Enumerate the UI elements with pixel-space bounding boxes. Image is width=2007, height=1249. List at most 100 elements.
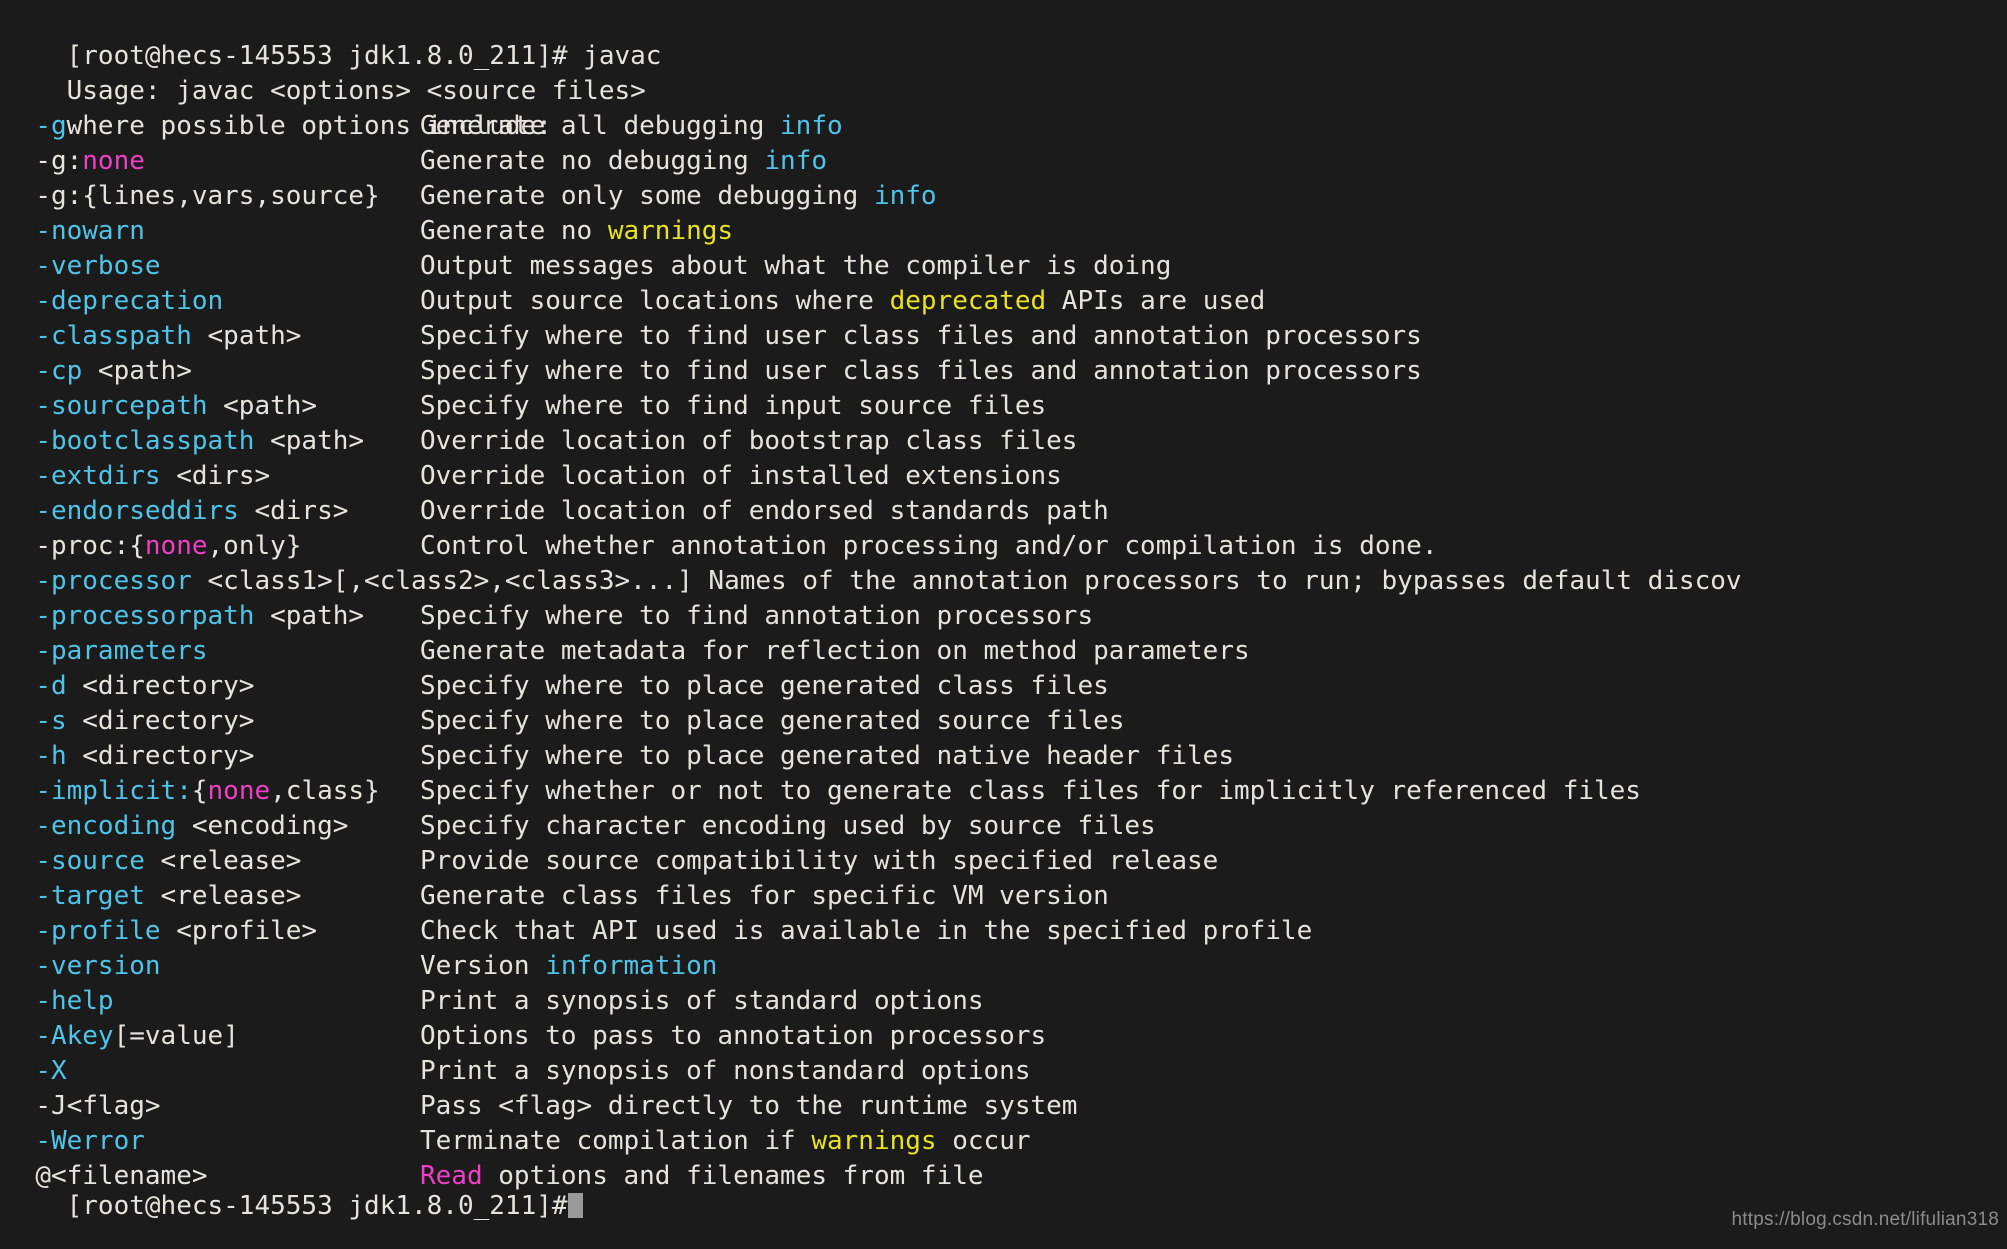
option-name-segment: -deprecation xyxy=(35,286,224,316)
option-name-segment: -proc:{ xyxy=(35,531,145,561)
option-name-segment: -Akey xyxy=(35,1021,114,1051)
option-name: -Akey[=value] xyxy=(4,1019,420,1054)
option-description-segment: Specify character encoding used by sourc… xyxy=(420,811,1156,841)
option-row: -source <release> Provide source compatib… xyxy=(4,844,2007,879)
option-description: Terminate compilation if warnings occur xyxy=(420,1126,1031,1156)
option-row: -target <release> Generate class files fo… xyxy=(4,879,2007,914)
option-description: Generate class files for specific VM ver… xyxy=(420,881,1109,911)
option-description-segment: Specify where to find input source files xyxy=(420,391,1047,421)
option-description: Specify where to find user class files a… xyxy=(420,356,1422,386)
option-name: -bootclasspath <path> xyxy=(4,424,420,459)
option-description-segment: Provide source compatibility with specif… xyxy=(420,846,1219,876)
option-description: Generate no warnings xyxy=(420,216,733,246)
prompt-line-bottom: [root@hecs-145553 jdk1.8.0_211]# xyxy=(4,1154,583,1249)
option-name: -implicit:{none,class} xyxy=(4,774,420,809)
option-row: -cp <path> Specify where to find user cla… xyxy=(4,354,2007,389)
option-name-segment: -implicit: xyxy=(35,776,192,806)
watermark-text: https://blog.csdn.net/lifulian318 xyxy=(1731,1209,1999,1230)
option-name-segment: -X xyxy=(35,1056,67,1086)
option-description: Override location of endorsed standards … xyxy=(420,496,1109,526)
option-description-segment: Generate class files for specific VM ver… xyxy=(420,881,1109,911)
option-description: Specify where to find input source files xyxy=(420,391,1046,421)
option-name-segment: -cp xyxy=(35,356,83,386)
option-name-segment: -target xyxy=(35,881,145,911)
option-name-segment: ,only} xyxy=(207,531,302,561)
option-description: Output messages about what the compiler … xyxy=(420,251,1171,281)
option-row: -d <directory> Specify where to place gen… xyxy=(4,669,2007,704)
option-description: Generate all debugging info xyxy=(420,111,843,141)
option-name: -profile <profile> xyxy=(4,914,420,949)
option-name-segment: -extdirs xyxy=(35,461,161,491)
option-row: -proc:{none,only} Control whether annotat… xyxy=(4,529,2007,564)
option-row: -processor <class1>[,<class2>,<class3>..… xyxy=(4,564,2007,599)
option-name-segment: -version xyxy=(35,951,161,981)
option-name-segment: <directory> xyxy=(66,741,255,771)
prompt-text-top: [root@hecs-145553 jdk1.8.0_211]# javac xyxy=(66,41,662,71)
option-name-segment: -help xyxy=(35,986,114,1016)
option-description-segment: occur xyxy=(936,1126,1031,1156)
option-name-segment: -sourcepath xyxy=(35,391,208,421)
option-name: -encoding <encoding> xyxy=(4,809,420,844)
option-description-segment: Output source locations where xyxy=(420,286,890,316)
option-row: -classpath <path> Specify where to find u… xyxy=(4,319,2007,354)
option-row: -endorseddirs <dirs> Override location of… xyxy=(4,494,2007,529)
option-name-segment: -endorseddirs xyxy=(35,496,239,526)
option-name-segment: -g: xyxy=(35,146,83,176)
usage-text: Usage: javac <options> <source files> xyxy=(66,76,646,106)
option-row: -X Print a synopsis of nonstandard option… xyxy=(4,1054,2007,1089)
option-name-segment: <class1>[,<class2>,<class3>...] xyxy=(191,566,709,596)
option-description-segment: Terminate compilation if xyxy=(420,1126,812,1156)
option-description: Provide source compatibility with specif… xyxy=(420,846,1218,876)
option-description-segment: Output messages about what the compiler … xyxy=(420,251,1172,281)
prompt-text-bottom: [root@hecs-145553 jdk1.8.0_211]# xyxy=(66,1191,568,1221)
option-name-segment: <path> xyxy=(82,356,192,386)
option-row: -h <directory> Specify where to place gen… xyxy=(4,739,2007,774)
option-name: -X xyxy=(4,1054,420,1089)
option-name-segment: -d xyxy=(35,671,67,701)
terminal-window[interactable]: [root@hecs-145553 jdk1.8.0_211]# javac U… xyxy=(0,0,2007,1249)
option-description: Output source locations where deprecated… xyxy=(420,286,1265,316)
option-description: Control whether annotation processing an… xyxy=(420,531,1437,561)
option-description-segment: warnings xyxy=(811,1126,937,1156)
option-description-segment: info xyxy=(764,146,827,176)
option-name: -parameters xyxy=(4,634,420,669)
option-description: Options to pass to annotation processors xyxy=(420,1021,1046,1051)
option-row: -processorpath <path> Specify where to fi… xyxy=(4,599,2007,634)
option-description: Print a synopsis of standard options xyxy=(420,986,984,1016)
option-name: -nowarn xyxy=(4,214,420,249)
option-description-segment: Generate metadata for reflection on meth… xyxy=(420,636,1250,666)
option-name-segment: <dirs> xyxy=(238,496,349,526)
option-row: -help Print a synopsis of standard option… xyxy=(4,984,2007,1019)
option-description: Specify whether or not to generate class… xyxy=(420,776,1641,806)
option-description: Generate metadata for reflection on meth… xyxy=(420,636,1250,666)
option-description: Check that API used is available in the … xyxy=(420,916,1312,946)
option-row: -sourcepath <path> Specify where to find … xyxy=(4,389,2007,424)
option-description: Version information xyxy=(420,951,717,981)
option-name-segment: <profile> xyxy=(160,916,318,946)
option-name-segment: <directory> xyxy=(66,671,255,701)
option-description-segment: Pass <flag> directly to the runtime syst… xyxy=(420,1091,1078,1121)
option-row: -profile <profile> Check that API used is… xyxy=(4,914,2007,949)
option-description-segment: Specify where to find annotation process… xyxy=(420,601,1094,631)
option-description-segment: Generate no debugging xyxy=(420,146,765,176)
option-description: Override location of installed extension… xyxy=(420,461,1062,491)
option-description-segment: deprecated xyxy=(889,286,1047,316)
option-name-segment: -J<flag> xyxy=(35,1091,161,1121)
text-cursor xyxy=(567,1193,583,1218)
option-name-segment: [=value] xyxy=(113,1021,239,1051)
option-row: -Akey[=value] Options to pass to annotati… xyxy=(4,1019,2007,1054)
option-name: -extdirs <dirs> xyxy=(4,459,420,494)
option-name-segment: -nowarn xyxy=(35,216,145,246)
option-description-segment: Override location of bootstrap class fil… xyxy=(420,426,1078,456)
option-name: -h <directory> xyxy=(4,739,420,774)
option-description: Pass <flag> directly to the runtime syst… xyxy=(420,1091,1077,1121)
option-name: -g xyxy=(4,109,420,144)
option-row: -implicit:{none,class} Specify whether or… xyxy=(4,774,2007,809)
option-name-segment: -s xyxy=(35,706,67,736)
option-description-segment: warnings xyxy=(607,216,734,246)
option-name: -processorpath <path> xyxy=(4,599,420,634)
option-row: -s <directory> Specify where to place gen… xyxy=(4,704,2007,739)
option-description-segment: Print a synopsis of standard options xyxy=(420,986,984,1016)
option-name: -s <directory> xyxy=(4,704,420,739)
option-description-segment: information xyxy=(545,951,718,981)
